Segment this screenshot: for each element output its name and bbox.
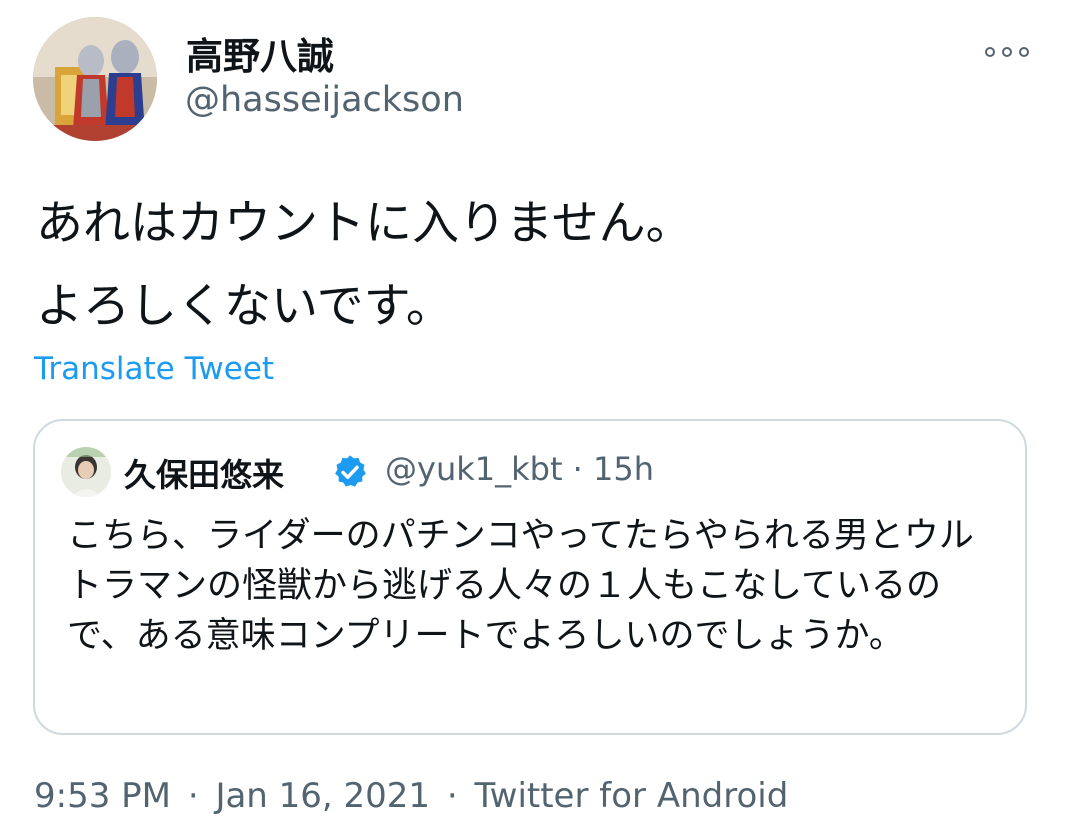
tweet-source-link[interactable]: Twitter for Android (475, 776, 789, 816)
quoted-tweet-card[interactable]: 久保田悠来 @yuk1_kbt · 15h こちら、ライダーのパチンコやってたら… (33, 419, 1027, 735)
quoted-tweet-text: こちら、ライダーのパチンコやってたらやられる男とウルトラマンの怪獣から逃げる人々… (67, 516, 974, 656)
tweet-text: あれはカウントに入りません。 よろしくないです。 (36, 182, 1036, 348)
quoted-author-handle: @yuk1_kbt (385, 450, 563, 488)
more-dot (1002, 47, 1012, 57)
verified-badge-icon (335, 455, 366, 487)
tweet-date[interactable]: Jan 16, 2021 (215, 776, 430, 816)
author-avatar[interactable] (33, 17, 157, 141)
more-options-icon[interactable] (985, 40, 1029, 64)
footer-separator: · (187, 776, 199, 816)
author-display-name[interactable]: 高野八誠 (186, 26, 334, 80)
tweet-text-line: あれはカウントに入りません。 (36, 196, 693, 251)
quoted-author-display-name: 久保田悠来 (124, 456, 285, 494)
tweet-time[interactable]: 9:53 PM (34, 776, 171, 816)
tweet-text-line: よろしくないです。 (36, 279, 453, 334)
more-dot (985, 47, 995, 57)
tweet-timestamp-footer: 9:53 PM · Jan 16, 2021 · Twitter for And… (34, 776, 788, 816)
meta-separator: · (572, 450, 583, 488)
translate-tweet-link[interactable]: Translate Tweet (34, 351, 274, 387)
quoted-tweet-time: 15h (593, 450, 655, 488)
quoted-author-avatar (61, 447, 111, 497)
author-handle[interactable]: @hasseijackson (185, 80, 464, 120)
more-dot (1019, 47, 1029, 57)
quoted-tweet-meta: @yuk1_kbt · 15h (385, 450, 654, 488)
footer-separator: · (446, 776, 458, 816)
